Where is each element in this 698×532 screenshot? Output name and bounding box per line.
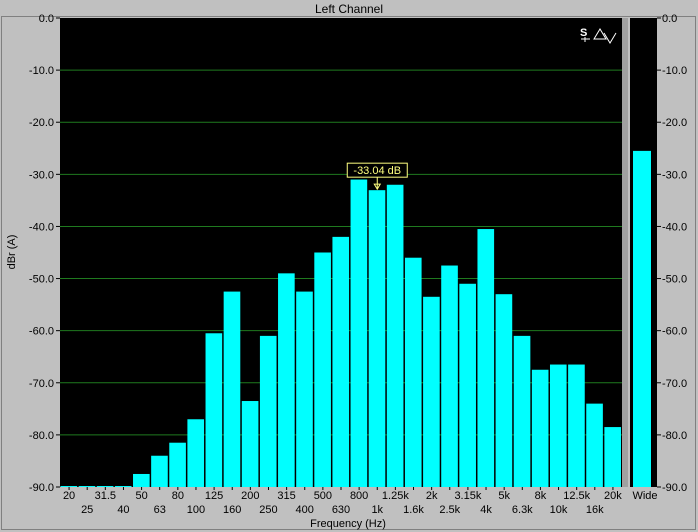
meter-bar [633,150,651,487]
y-tick-label: -80.0 [29,430,54,442]
x-tick-label: 4k [480,504,492,516]
tooltip-text: -33.04 dB [353,165,401,177]
bar [133,473,150,487]
y-tick-label: -10.0 [662,65,687,77]
x-tick-label: 5k [498,490,510,502]
side-meter [633,150,651,487]
x-tick-label: 8k [535,490,547,502]
x-tick-label: 80 [172,490,184,502]
x-axis-label: Frequency (Hz) [310,518,386,530]
x-tick-label: 500 [314,490,332,502]
bar [314,252,331,487]
x-tick-label: 16k [586,504,604,516]
y-axis-right: 0.0 -10.0 -20.0 -30.0 -40.0 -50.0 -60.0 -70.0 -8… [657,13,687,494]
svg-text:S: S [580,27,587,39]
y-tick-label: -70.0 [662,378,687,390]
x-tick-label: 10k [550,504,568,516]
y-tick-label: -20.0 [662,117,687,129]
y-axis-left: 0.0 -10.0 -20.0 -30.0 -40.0 -50.0 -60.0 -70.0 -8… [29,13,60,494]
bar [169,442,186,487]
y-tick-label: -60.0 [29,326,54,338]
bar [531,369,549,487]
y-tick-label: -80.0 [662,430,687,442]
y-tick-label: -50.0 [29,274,54,286]
bar [568,364,585,487]
x-tick-label: 160 [223,504,241,516]
bar [549,364,567,487]
x-tick-label: 800 [350,490,368,502]
bar [404,257,422,487]
bar [477,229,495,488]
y-tick-label: -30.0 [662,169,687,181]
x-tick-label: 1k [371,504,383,516]
bar [241,401,259,487]
x-tick-label: 40 [117,504,129,516]
y-tick-label: -20.0 [29,117,54,129]
bar [386,184,404,487]
bar [151,455,168,487]
bar [187,419,205,487]
x-tick-label: 50 [135,490,147,502]
y-tick-label: -40.0 [662,221,687,233]
bar [459,283,476,487]
meter-separator [622,18,628,487]
bar [423,296,440,487]
bar [604,427,621,487]
x-tick-label: 1.6k [403,504,424,516]
y-tick-label: 0.0 [39,13,54,25]
x-tick-label: 63 [154,504,166,516]
y-tick-label: -70.0 [29,378,54,390]
x-tick-label: 12.5k [563,490,590,502]
x-tick-label: 200 [241,490,259,502]
bar [586,403,603,487]
x-tick-label: 20 [63,490,75,502]
x-tick-label: 25 [81,504,93,516]
y-tick-label: -40.0 [29,221,54,233]
x-tick-label: 3.15k [454,490,481,502]
y-tick-label: 0.0 [662,13,677,25]
spectrum-chart: 0.0 -10.0 -20.0 -30.0 -40.0 -50.0 -60.0 -70.0 -8… [6,13,687,530]
y-tick-label: -30.0 [29,169,54,181]
y-tick-label: -60.0 [662,326,687,338]
bar [368,190,386,487]
x-tick-label: 125 [205,490,223,502]
x-tick-label: 1.25k [382,490,409,502]
y-tick-label: -90.0 [29,482,54,494]
x-tick-label: 315 [277,490,295,502]
bar [350,179,368,488]
x-tick-label: 630 [332,504,350,516]
bar [332,236,350,487]
x-tick-label: 100 [187,504,205,516]
bar [296,291,313,487]
y-tick-label: -10.0 [29,65,54,77]
bar [513,335,531,487]
y-tick-label: -90.0 [662,482,687,494]
bar [441,265,458,487]
x-tick-label: 31.5 [95,490,116,502]
bar [205,333,223,487]
x-tick-label: 2k [426,490,438,502]
x-tick-label: 250 [259,504,277,516]
y-tick-label: -50.0 [662,274,687,286]
bar [278,273,295,487]
bar [223,291,241,487]
bar [495,294,513,487]
y-axis-label: dBr (A) [6,235,18,270]
x-tick-label: 400 [296,504,314,516]
x-tick-label: 6.3k [512,504,533,516]
x-tick-label: 2.5k [439,504,460,516]
x-tick-label: 20k [604,490,622,502]
bar [259,335,277,487]
meter-label: Wide [632,490,657,502]
x-axis: 20 2531.540 50 63 80100125160200250315400500… [63,487,622,516]
